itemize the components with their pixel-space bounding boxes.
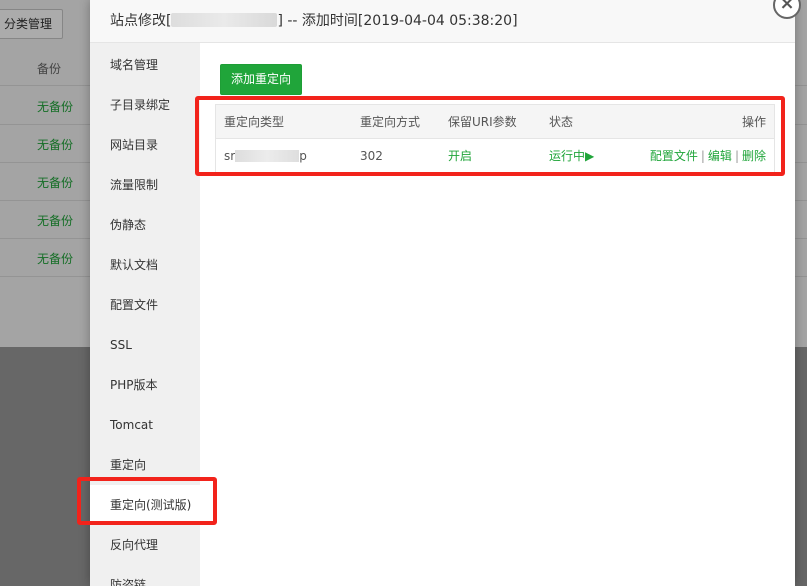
highlight-redirect-beta <box>77 477 217 525</box>
dialog-title: 站点修改[ ] -- 添加时间[2019-04-04 05:38:20] <box>90 0 795 43</box>
sidebar-item-site-directory[interactable]: 网站目录 <box>90 125 200 165</box>
dialog-title-suffix: ] -- 添加时间[2019-04-04 05:38:20] <box>277 13 518 29</box>
sidebar-item-subdir-binding[interactable]: 子目录绑定 <box>90 85 200 125</box>
sidebar-item-php-version[interactable]: PHP版本 <box>90 365 200 405</box>
sidebar-item-config-file[interactable]: 配置文件 <box>90 285 200 325</box>
sidebar-item-hotlink-protection[interactable]: 防盗链 <box>90 565 200 586</box>
sidebar-item-traffic-limit[interactable]: 流量限制 <box>90 165 200 205</box>
sidebar-item-rewrite[interactable]: 伪静态 <box>90 205 200 245</box>
sidebar-item-tomcat[interactable]: Tomcat <box>90 405 200 445</box>
sidebar-item-ssl[interactable]: SSL <box>90 325 200 365</box>
add-redirect-button[interactable]: 添加重定向 <box>220 64 303 95</box>
sidebar-item-reverse-proxy[interactable]: 反向代理 <box>90 525 200 565</box>
redacted-site-name <box>171 13 278 27</box>
sidebar-item-domain[interactable]: 域名管理 <box>90 45 200 85</box>
dialog-title-prefix: 站点修改[ <box>110 13 172 29</box>
highlight-redirect-table <box>195 96 785 176</box>
sidebar-item-default-doc[interactable]: 默认文档 <box>90 245 200 285</box>
